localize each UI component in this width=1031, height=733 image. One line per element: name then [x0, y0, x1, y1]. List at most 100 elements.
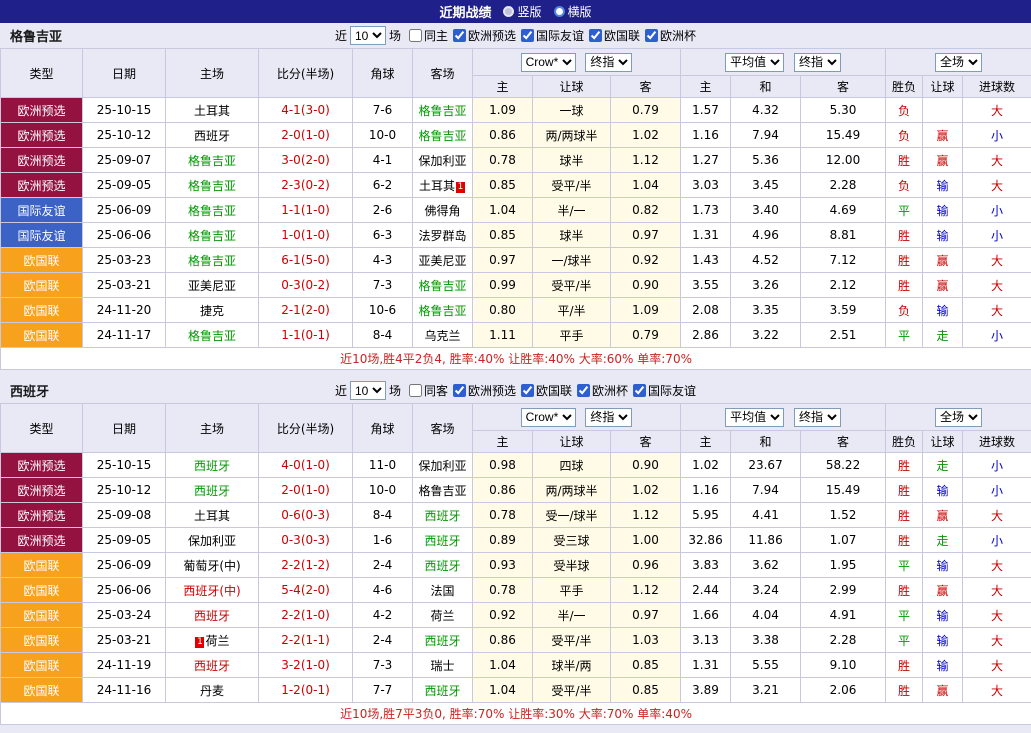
match-date: 25-10-12 — [83, 123, 166, 148]
corner-score: 2-6 — [353, 198, 413, 223]
title-bar: 近期战绩 竖版 横版 — [0, 0, 1031, 23]
near-label: 近 — [335, 27, 347, 44]
ah-home-odds: 0.86 — [473, 628, 533, 653]
filter-bar: 西班牙 近 10 场 同客欧洲预选欧国联欧洲杯国际友谊 西班牙 — [0, 378, 1031, 403]
handicap-final-select[interactable]: 终指 — [585, 53, 632, 72]
handicap-odds-group: Crow* 终指 — [473, 404, 681, 431]
eu-home-odds: 1.73 — [681, 198, 731, 223]
match-row: 欧洲预选25-10-15土耳其4-1(3-0)7-6格鲁吉亚1.09一球0.79… — [1, 98, 1031, 123]
ah-line: 受平/半 — [533, 678, 611, 703]
eu-away-odds: 2.28 — [801, 628, 886, 653]
goals-result: 大 — [963, 553, 1031, 578]
odds-company-select[interactable]: Crow* — [521, 53, 576, 72]
col-handicap-result: 让球 — [923, 76, 963, 98]
match-count-select[interactable]: 10 — [350, 381, 386, 400]
horizontal-layout-radio[interactable] — [554, 6, 565, 17]
eu-draw-odds: 4.52 — [731, 248, 801, 273]
away-team: 西班牙 — [413, 528, 473, 553]
filter-option-3[interactable]: 欧国联 — [589, 27, 640, 44]
filter-checkbox[interactable] — [521, 384, 534, 397]
scope-select[interactable]: 全场 — [935, 408, 982, 427]
horizontal-layout-label: 横版 — [568, 3, 592, 20]
filter-option-4[interactable]: 欧洲杯 — [645, 27, 696, 44]
match-count-select[interactable]: 10 — [350, 26, 386, 45]
average-odds-select[interactable]: 平均值 — [725, 408, 784, 427]
average-odds-select[interactable]: 平均值 — [725, 53, 784, 72]
filter-option-2[interactable]: 国际友谊 — [521, 27, 584, 44]
filter-checkbox[interactable] — [409, 29, 422, 42]
europe-final-select[interactable]: 终指 — [794, 53, 841, 72]
match-type: 欧国联 — [1, 603, 83, 628]
filter-controls: 近 10 场 同客欧洲预选欧国联欧洲杯国际友谊 — [335, 381, 696, 400]
eu-away-odds: 2.06 — [801, 678, 886, 703]
vertical-layout-radio[interactable] — [503, 6, 514, 17]
filter-option-1[interactable]: 欧洲预选 — [453, 382, 516, 399]
win-loss-result: 胜 — [886, 528, 923, 553]
away-team: 亚美尼亚 — [413, 248, 473, 273]
home-team: 西班牙 — [166, 123, 259, 148]
eu-home-odds: 1.27 — [681, 148, 731, 173]
corner-score: 4-1 — [353, 148, 413, 173]
filter-checkbox[interactable] — [589, 29, 602, 42]
filter-option-3[interactable]: 欧洲杯 — [577, 382, 628, 399]
handicap-result: 赢 — [923, 578, 963, 603]
match-row: 欧洲预选25-09-08土耳其0-6(0-3)8-4西班牙0.78受一/球半1.… — [1, 503, 1031, 528]
handicap-result: 输 — [923, 628, 963, 653]
filter-checkbox[interactable] — [521, 29, 534, 42]
scope-select[interactable]: 全场 — [935, 53, 982, 72]
col-result: 胜负 — [886, 76, 923, 98]
ah-line: 四球 — [533, 453, 611, 478]
match-row: 欧国联25-06-06西班牙(中)5-4(2-0)4-6法国0.78平手1.12… — [1, 578, 1031, 603]
score: 2-2(1-0) — [259, 603, 353, 628]
col-ah-away: 客 — [611, 431, 681, 453]
handicap-final-select[interactable]: 终指 — [585, 408, 632, 427]
ah-away-odds: 1.00 — [611, 528, 681, 553]
filter-label: 国际友谊 — [648, 382, 696, 399]
team-label: 土耳其 — [419, 179, 455, 193]
filter-option-0[interactable]: 同主 — [409, 27, 448, 44]
layout-option-horizontal[interactable]: 横版 — [554, 3, 592, 20]
filter-checkbox[interactable] — [453, 29, 466, 42]
col-eu-home: 主 — [681, 76, 731, 98]
eu-away-odds: 12.00 — [801, 148, 886, 173]
eu-home-odds: 2.86 — [681, 323, 731, 348]
away-team: 乌克兰 — [413, 323, 473, 348]
filter-checkbox[interactable] — [577, 384, 590, 397]
filter-option-1[interactable]: 欧洲预选 — [453, 27, 516, 44]
match-row: 国际友谊25-06-09格鲁吉亚1-1(1-0)2-6佛得角1.04半/一0.8… — [1, 198, 1031, 223]
filter-checkbox[interactable] — [409, 384, 422, 397]
filter-checkbox[interactable] — [645, 29, 658, 42]
handicap-result: 走 — [923, 323, 963, 348]
home-team: 西班牙 — [166, 603, 259, 628]
eu-draw-odds: 4.32 — [731, 98, 801, 123]
win-loss-result: 平 — [886, 628, 923, 653]
eu-home-odds: 2.08 — [681, 298, 731, 323]
odds-company-select[interactable]: Crow* — [521, 408, 576, 427]
europe-odds-group: 平均值 终指 — [681, 404, 886, 431]
corner-score: 7-7 — [353, 678, 413, 703]
layout-option-vertical[interactable]: 竖版 — [503, 3, 541, 20]
ah-home-odds: 0.78 — [473, 578, 533, 603]
filter-option-2[interactable]: 欧国联 — [521, 382, 572, 399]
eu-away-odds: 15.49 — [801, 123, 886, 148]
match-date: 25-03-21 — [83, 273, 166, 298]
ah-home-odds: 0.80 — [473, 298, 533, 323]
home-team: 土耳其 — [166, 98, 259, 123]
ah-away-odds: 1.04 — [611, 173, 681, 198]
col-goals: 进球数 — [963, 431, 1031, 453]
filter-checkbox[interactable] — [633, 384, 646, 397]
handicap-result: 赢 — [923, 678, 963, 703]
match-row: 欧洲预选25-09-05格鲁吉亚2-3(0-2)6-2土耳其10.85受平/半1… — [1, 173, 1031, 198]
match-type: 欧国联 — [1, 578, 83, 603]
filter-option-4[interactable]: 国际友谊 — [633, 382, 696, 399]
score: 3-2(1-0) — [259, 653, 353, 678]
corner-score: 4-3 — [353, 248, 413, 273]
ah-home-odds: 0.85 — [473, 223, 533, 248]
filter-checkbox[interactable] — [453, 384, 466, 397]
filter-option-0[interactable]: 同客 — [409, 382, 448, 399]
team-label: 佛得角 — [424, 204, 460, 218]
match-type: 国际友谊 — [1, 198, 83, 223]
europe-final-select[interactable]: 终指 — [794, 408, 841, 427]
win-loss-result: 胜 — [886, 678, 923, 703]
corner-score: 8-4 — [353, 503, 413, 528]
